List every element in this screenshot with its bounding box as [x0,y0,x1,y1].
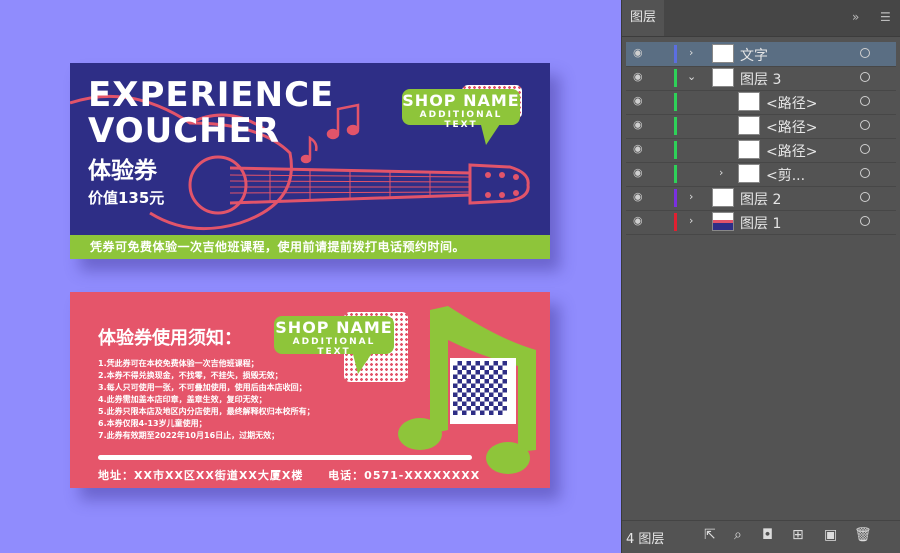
layer-label: 文字 [740,48,768,64]
title-line-2: VOUCHER [88,111,281,151]
layer-row-3[interactable]: ◉ ⌄ 图层 3 [626,66,896,91]
layer-thumbnail [712,212,734,231]
target-circle-icon[interactable] [860,144,870,154]
target-circle-icon[interactable] [860,192,870,202]
target-circle-icon[interactable] [860,120,870,130]
rule-item: 4.此券需加盖本店印章，盖章生效，复印无效； [98,395,267,404]
eye-icon[interactable]: ◉ [633,94,647,108]
layer-count: 4 图层 [626,532,665,547]
layer-thumbnail [738,116,760,135]
layer-thumbnail [712,44,734,63]
eye-icon[interactable]: ◉ [633,166,647,180]
rule-item: 3.每人只可使用一张，不可叠加使用，使用后由本店收回； [98,383,307,392]
divider [98,455,472,460]
panel-footer: 4 图层 ⇱ ⌕ ◘ ⊞ ▣ 🗑 [622,520,900,553]
layer-label: 图层 2 [740,192,782,208]
voucher-bottom-text: 凭券可免费体验一次吉他班课程，使用前请提前拨打电话预约时间。 [90,240,466,254]
panel-header: 图层 » ☰ [622,0,900,37]
layer-row-1[interactable]: ◉ › 图层 1 [626,210,896,235]
trash-icon[interactable]: 🗑 [854,527,872,543]
new-sublayer-icon[interactable]: ⊞ [792,527,804,543]
target-circle-icon[interactable] [860,96,870,106]
layer-thumbnail [738,92,760,111]
voucher-back[interactable]: 体验券使用须知： SHOP NAME ADDITIONAL TEXT 1.凭此券… [70,292,550,488]
sublayer-row-path[interactable]: ◉ <路径> [626,90,896,115]
layer-label: <剪... [766,168,806,184]
tab-layers[interactable]: 图层 [622,0,665,36]
new-layer-icon[interactable]: ▣ [824,527,837,543]
qr-code [450,358,516,424]
eye-icon[interactable]: ◉ [633,142,647,156]
shop-name-bubble: SHOP NAME ADDITIONAL TEXT [274,316,394,357]
layer-thumbnail [738,164,760,183]
layer-color-swatch [674,45,677,63]
shop-name: SHOP NAME [275,318,393,337]
shop-name: SHOP NAME [402,91,520,110]
voucher-value: 价值135元 [88,189,165,207]
eye-icon[interactable]: ◉ [633,190,647,204]
phone: 电话：0571-XXXXXXXX [328,469,481,482]
eye-icon[interactable]: ◉ [633,214,647,228]
rule-item: 2.本券不得兑换现金，不找零，不挂失，损毁无效； [98,371,283,380]
chevron-right-icon[interactable]: › [689,190,693,203]
rules-list: 1.凭此券可在本校免费体验一次吉他班课程； 2.本券不得兑换现金，不找零，不挂失… [98,358,315,442]
notice-title: 体验券使用须知： [98,328,242,349]
layer-color-swatch [674,69,677,87]
bubble-tail [352,350,374,374]
contact-line: 地址：XX市XX区XX街道XX大厦X楼 电话：0571-XXXXXXXX [98,467,500,483]
title-line-1: EXPERIENCE [88,75,335,115]
rule-item: 1.凭此券可在本校免费体验一次吉他班课程； [98,359,259,368]
layer-row-text[interactable]: ◉ › 文字 [626,42,896,67]
voucher-front[interactable]: EXPERIENCE VOUCHER 体验券 价值135元 SHOP NAME … [70,63,550,259]
eye-icon[interactable]: ◉ [633,118,647,132]
export-icon[interactable]: ⇱ [704,527,716,543]
chevron-right-icon[interactable]: › [689,214,693,227]
bubble-tail [480,121,502,145]
rule-item: 5.此券只限本店及地区内分店使用，最终解释权归本校所有； [98,407,315,416]
layer-color-swatch [674,141,677,159]
voucher-title: EXPERIENCE VOUCHER [88,77,334,149]
layer-label: 图层 1 [740,216,782,232]
layer-color-swatch [674,117,677,135]
voucher-title-cn: 体验券 [88,158,157,184]
sublayer-row-path[interactable]: ◉ <路径> [626,114,896,139]
clipping-mask-icon[interactable]: ◘ [762,527,773,543]
layers-panel: 图层 » ☰ ◉ › 文字 ◉ ⌄ 图层 3 ◉ <路径> ◉ <路径> ◉ < [621,0,900,553]
target-circle-icon[interactable] [860,168,870,178]
layer-color-swatch [674,189,677,207]
layer-thumbnail [738,140,760,159]
layer-label: 图层 3 [740,72,782,88]
layer-label: <路径> [766,96,818,112]
layer-color-swatch [674,165,677,183]
rule-item: 6.本券仅限4-13岁儿童使用； [98,419,207,428]
target-circle-icon[interactable] [860,216,870,226]
layer-thumbnail [712,68,734,87]
target-circle-icon[interactable] [860,72,870,82]
artboard-canvas: EXPERIENCE VOUCHER 体验券 价值135元 SHOP NAME … [0,0,620,553]
layer-row-2[interactable]: ◉ › 图层 2 [626,186,896,211]
search-icon[interactable]: ⌕ [734,527,742,543]
layer-thumbnail [712,188,734,207]
layer-label: <路径> [766,144,818,160]
shop-name-bubble: SHOP NAME ADDITIONAL TEXT [402,89,520,130]
chevron-down-icon[interactable]: ⌄ [687,70,696,83]
sublayer-row-path[interactable]: ◉ <路径> [626,138,896,163]
collapse-panel-icon[interactable]: » [852,10,859,24]
eye-icon[interactable]: ◉ [633,46,647,60]
layer-color-swatch [674,93,677,111]
address: 地址：XX市XX区XX街道XX大厦X楼 [98,469,304,482]
panel-menu-icon[interactable]: ☰ [880,10,891,24]
layer-color-swatch [674,213,677,231]
chevron-right-icon[interactable]: › [719,166,723,179]
layer-label: <路径> [766,120,818,136]
eye-icon[interactable]: ◉ [633,70,647,84]
chevron-right-icon[interactable]: › [689,46,693,59]
rule-item: 7.此券有效期至2022年10月16日止，过期无效； [98,431,280,440]
target-circle-icon[interactable] [860,48,870,58]
sublayer-row-clip[interactable]: ◉ › <剪... [626,162,896,187]
